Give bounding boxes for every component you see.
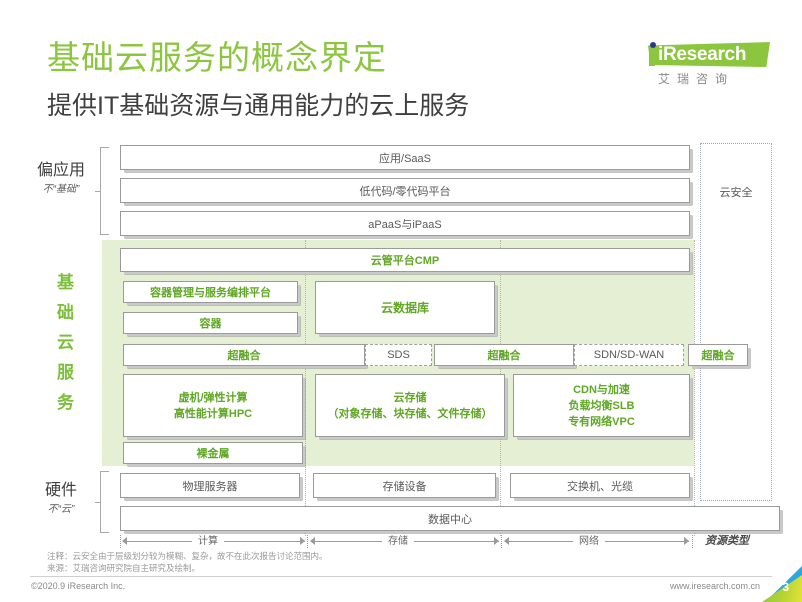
cloud-security-column: 云安全 [700,143,772,501]
footnote-note: 注释：云安全由于层级划分较为模糊、复杂，故不在此次报告讨论范围内。 [47,551,328,561]
layer-box-container-label: 容器 [199,318,222,330]
layer-box-converged-storage: 超融合 [434,344,574,366]
layer-box-cloud-database: 云数据库 [315,281,495,334]
vlabel-char-0: 基 [57,273,75,292]
layer-box-physical-server: 物理服务器 [120,473,300,498]
layer-box-sdn-sdwan: SDN/SD-WAN [574,344,684,366]
network-resources-line-0: CDN与加速 [573,383,630,396]
layer-box-switch-fiber: 交换机、光缆 [510,473,690,498]
side-label-application-title: 偏应用 [36,162,85,179]
layer-box-lowcode: 低代码/零代码平台 [120,178,690,203]
layer-box-sds-label: SDS [387,349,410,361]
side-label-hardware-title: 硬件 [44,482,77,499]
layer-box-saas: 应用/SaaS [120,145,690,170]
layer-box-converged-security: 超融合 [688,344,748,366]
axis-arrow-right-storage-icon [494,537,499,545]
axis-label-network: 网络 [573,534,605,549]
layer-box-cmp: 云管平台CMP [120,248,690,272]
bracket-application [95,147,109,235]
storage-resources-line-1: （对象存储、块存储、文件存储） [327,407,493,420]
layer-box-network-resources: CDN与加速 负载均衡SLB 专有网络VPC [513,374,690,437]
layer-box-converged-compute-label: 超融合 [227,350,261,362]
compute-resources-line-0: 虚机/弹性计算 [178,391,248,404]
axis-label-compute: 计算 [192,534,224,549]
axis-tick-3 [692,535,693,548]
axis-tick-0 [120,535,121,548]
axis-arrow-right-compute-icon [300,537,305,545]
cloud-security-label: 云安全 [719,187,753,199]
axis-arrow-right-network-icon [684,537,689,545]
side-label-application: 偏应用 不“基础” [28,160,94,198]
layer-box-sds: SDS [365,344,432,366]
footnotes: 注释：云安全由于层级划分较为模糊、复杂，故不在此次报告讨论范围内。 来源：艾瑞咨… [47,550,328,574]
layer-box-container: 容器 [123,312,298,334]
axis-tick-2 [501,535,502,548]
network-resources-line-1: 负载均衡SLB [568,399,635,412]
layer-box-container-platform: 容器管理与服务编排平台 [123,281,298,303]
footnote-source: 来源：艾瑞咨询研究院自主研究及绘制。 [47,563,201,573]
vlabel-char-2: 云 [57,333,75,352]
layer-box-storage-device: 存储设备 [313,473,496,498]
axis-tick-1 [307,535,308,548]
layer-box-sdn-sdwan-label: SDN/SD-WAN [593,349,665,361]
axis-resource-type-label: 资源类型 [705,535,749,547]
layer-box-container-platform-label: 容器管理与服务编排平台 [150,287,271,299]
resource-type-axis: 计算 存储 网络 [110,534,794,550]
footer-copyright: ©2020.9 iResearch Inc. [31,581,126,591]
layer-box-physical-server-label: 物理服务器 [182,480,238,493]
vlabel-char-1: 础 [57,303,75,322]
layer-box-converged-compute: 超融合 [123,344,365,366]
compute-resources-line-1: 高性能计算HPC [173,407,253,420]
layer-box-storage-resources: 云存储 （对象存储、块存储、文件存储） [315,374,505,437]
layer-box-cloud-database-label: 云数据库 [380,301,429,315]
layer-box-lowcode-label: 低代码/零代码平台 [359,185,451,198]
layer-box-datacenter: 数据中心 [120,506,780,531]
layer-box-converged-security-label: 超融合 [701,350,735,362]
bracket-hardware [95,471,109,533]
column-divider-network-security [694,240,695,536]
layer-box-bare-metal-label: 裸金属 [196,448,230,460]
footer-website: www.iresearch.com.cn [669,581,760,591]
footer-divider [30,576,772,577]
vlabel-char-3: 服 [57,363,75,382]
layer-box-compute-resources: 虚机/弹性计算 高性能计算HPC [123,374,303,437]
layer-box-cmp-label: 云管平台CMP [370,255,440,267]
vlabel-char-4: 务 [57,393,75,412]
network-resources-line-2: 专有网络VPC [568,415,635,428]
layer-box-apaas-ipaas-label: aPaaS与iPaaS [368,218,442,231]
layer-box-storage-device-label: 存储设备 [382,480,427,493]
side-label-hardware-sub: 不“云” [47,504,75,515]
layer-box-converged-storage-label: 超融合 [487,350,521,362]
layer-box-datacenter-label: 数据中心 [428,513,472,526]
side-label-hardware: 硬件 不“云” [28,480,94,518]
page-number-corner: 3 [762,566,802,602]
layer-box-switch-fiber-label: 交换机、光缆 [567,480,633,493]
axis-label-storage: 存储 [382,534,414,549]
page-number: 3 [782,580,789,594]
cloud-stack-diagram: 云安全 偏应用 不“基础” 基 础 云 服 务 硬件 不“云” 应用/SaaS … [0,0,802,602]
layer-box-bare-metal: 裸金属 [123,442,303,464]
side-label-application-sub: 不“基础” [42,184,80,195]
side-label-basic-cloud: 基 础 云 服 务 [52,268,80,418]
storage-resources-line-0: 云存储 [393,391,427,404]
slide-page: 基础云服务的概念界定 提供IT基础资源与通用能力的云上服务 iResearch … [0,0,802,602]
column-divider-compute-storage [305,240,306,536]
layer-box-saas-label: 应用/SaaS [379,152,431,165]
layer-box-apaas-ipaas: aPaaS与iPaaS [120,211,690,236]
